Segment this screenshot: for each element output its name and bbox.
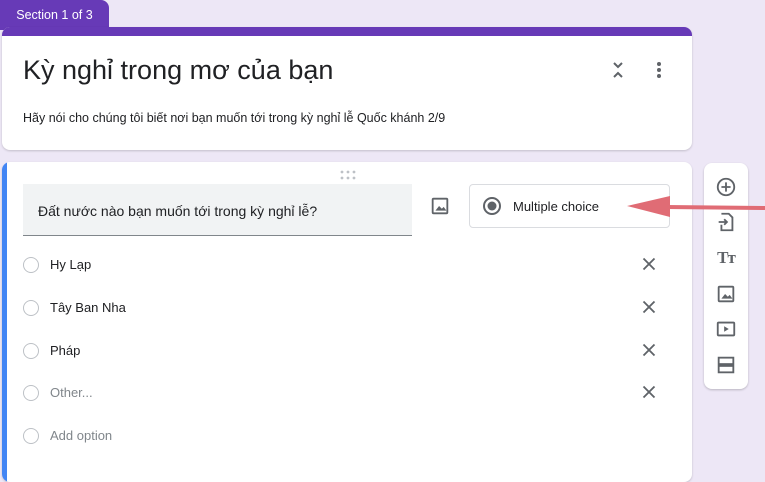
option-label[interactable]: Hy Lạp: [50, 257, 91, 272]
annotation-arrow: [627, 196, 765, 217]
title-card-accent-bar: [2, 27, 692, 36]
add-video-icon[interactable]: [715, 318, 737, 340]
option-radio: [23, 428, 39, 444]
more-options-icon[interactable]: [647, 58, 671, 82]
option-row[interactable]: Tây Ban Nha: [23, 297, 673, 321]
add-image-icon[interactable]: [715, 283, 737, 305]
collapse-section-icon[interactable]: [606, 58, 630, 82]
add-image-icon[interactable]: [429, 195, 451, 217]
option-radio: [23, 343, 39, 359]
active-question-indicator: [2, 162, 7, 482]
question-type-label: Multiple choice: [513, 199, 599, 214]
remove-option-icon[interactable]: [638, 296, 660, 318]
other-option-label[interactable]: Other...: [50, 385, 93, 400]
question-card[interactable]: Đất nước nào bạn muốn tới trong kỳ nghỉ …: [2, 162, 692, 482]
option-radio: [23, 257, 39, 273]
question-text: Đất nước nào bạn muốn tới trong kỳ nghỉ …: [38, 203, 318, 219]
option-radio: [23, 300, 39, 316]
form-description[interactable]: Hãy nói cho chúng tôi biết nơi bạn muốn …: [23, 111, 445, 125]
title-glyph: Tт: [717, 248, 736, 267]
option-row[interactable]: Pháp: [23, 340, 673, 364]
add-title-icon[interactable]: Tт: [715, 247, 737, 269]
add-option-button[interactable]: Add option: [50, 428, 112, 443]
drag-handle-icon[interactable]: [338, 168, 358, 180]
remove-option-icon[interactable]: [638, 381, 660, 403]
option-label[interactable]: Tây Ban Nha: [50, 300, 126, 315]
other-option-row[interactable]: Other...: [23, 382, 673, 406]
radio-button-checked-icon: [482, 196, 502, 216]
add-option-row[interactable]: Add option: [23, 425, 673, 449]
section-tab: Section 1 of 3: [0, 0, 109, 30]
option-row[interactable]: Hy Lạp: [23, 254, 673, 278]
question-input[interactable]: Đất nước nào bạn muốn tới trong kỳ nghỉ …: [23, 184, 412, 236]
option-radio: [23, 385, 39, 401]
add-section-icon[interactable]: [715, 354, 737, 376]
remove-option-icon[interactable]: [638, 339, 660, 361]
form-title-card[interactable]: Kỳ nghỉ trong mơ của bạn Hãy nói cho chú…: [2, 27, 692, 150]
option-label[interactable]: Pháp: [50, 343, 80, 358]
form-title[interactable]: Kỳ nghỉ trong mơ của bạn: [23, 55, 333, 86]
remove-option-icon[interactable]: [638, 253, 660, 275]
section-label: Section 1 of 3: [16, 8, 93, 22]
